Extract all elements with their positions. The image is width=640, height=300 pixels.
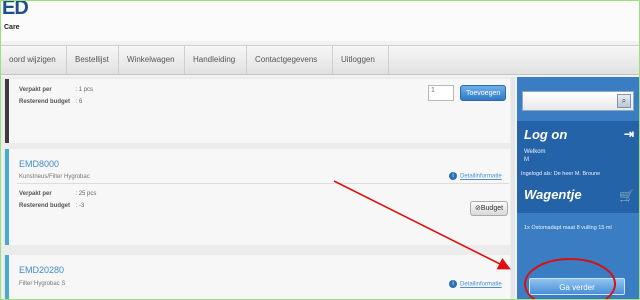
nav-item-logout[interactable]: Uitloggen bbox=[333, 46, 389, 74]
detail-info-label: Detailinformatie bbox=[460, 281, 502, 288]
logged-in-text: Ingelogd als: De heer M. Broune bbox=[521, 171, 601, 177]
nav-item-order-list[interactable]: Bestellijst bbox=[67, 46, 119, 74]
nav-item-password[interactable]: oord wijzigen bbox=[1, 46, 67, 74]
browser-page: ED Care oord wijzigen Bestellijst Winkel… bbox=[0, 0, 640, 300]
product-description: Filter Hygrobac S bbox=[19, 281, 66, 287]
product-code: EMD8000 bbox=[19, 159, 60, 169]
welcome-label: Welkom bbox=[524, 149, 546, 155]
search-input[interactable]: ⌕ bbox=[522, 91, 634, 111]
welcome-value: M bbox=[524, 157, 529, 163]
detail-info-label: Detailinformatie bbox=[460, 173, 502, 180]
product-card: Verpakt per : 1 pcs Resterend budget : 6… bbox=[5, 79, 510, 143]
info-icon: i bbox=[449, 172, 457, 180]
search-icon[interactable]: ⌕ bbox=[617, 94, 631, 108]
product-card: EMD8000 Kunstneus/Filter Hygrobac i Detai… bbox=[5, 149, 510, 245]
product-code: EMD20280 bbox=[19, 265, 65, 275]
packaging-row: Verpakt per : 25 pcs bbox=[19, 191, 96, 197]
detail-info-link[interactable]: i Detailinformatie bbox=[449, 172, 502, 180]
site-header: ED Care bbox=[1, 1, 639, 41]
sidebar: ⌕ Log on ⇥ Welkom M Ingelogd als: De hee… bbox=[517, 77, 639, 299]
cart-icon: 🛒 bbox=[619, 189, 634, 203]
nav-item-contact[interactable]: Contactgegevens bbox=[247, 46, 333, 74]
product-card: EMD20280 Filter Hygrobac S i Detailinform… bbox=[5, 255, 510, 299]
product-list: Verpakt per : 1 pcs Resterend budget : 6… bbox=[1, 77, 513, 299]
product-description: Kunstneus/Filter Hygrobac bbox=[19, 174, 90, 180]
budget-label: Resterend budget bbox=[19, 99, 71, 105]
budget-label: Resterend budget bbox=[19, 203, 71, 209]
cart-line: 1x Ostomadapt maat 8 vulling 15 ml bbox=[524, 225, 612, 231]
budget-value: : -3 bbox=[75, 203, 85, 209]
packaging-value: : 1 pcs bbox=[75, 87, 94, 93]
list-scrollbar[interactable] bbox=[511, 77, 515, 299]
budget-row: Resterend budget : 6 bbox=[19, 99, 82, 105]
quantity-input[interactable]: 1 bbox=[428, 85, 454, 101]
continue-button[interactable]: Ga verder bbox=[529, 278, 625, 295]
packaging-label: Verpakt per bbox=[19, 191, 52, 197]
budget-button[interactable]: ⊘Budget bbox=[470, 201, 509, 216]
login-arrow-icon: ⇥ bbox=[623, 127, 634, 141]
detail-info-link[interactable]: i Detailinformatie bbox=[449, 280, 502, 288]
site-logo-subtitle: Care bbox=[4, 24, 20, 31]
divider bbox=[17, 183, 509, 184]
main-navigation: oord wijzigen Bestellijst Winkelwagen Ha… bbox=[1, 45, 639, 75]
info-icon: i bbox=[449, 280, 457, 288]
budget-row: Resterend budget : -3 bbox=[19, 203, 84, 209]
cart-title: Wagentje bbox=[524, 187, 582, 202]
packaging-label: Verpakt per bbox=[19, 87, 52, 93]
budget-button-label: Budget bbox=[480, 205, 504, 212]
logon-title: Log on bbox=[524, 127, 568, 142]
site-logo[interactable]: ED bbox=[2, 1, 29, 20]
packaging-row: Verpakt per : 1 pcs bbox=[19, 87, 93, 93]
nav-item-shopping-cart[interactable]: Winkelwagen bbox=[119, 46, 185, 74]
budget-value: : 6 bbox=[75, 99, 83, 105]
packaging-value: : 25 pcs bbox=[75, 191, 97, 197]
add-to-cart-button[interactable]: Toevoegen bbox=[460, 85, 507, 101]
nav-item-manual[interactable]: Handleiding bbox=[185, 46, 247, 74]
